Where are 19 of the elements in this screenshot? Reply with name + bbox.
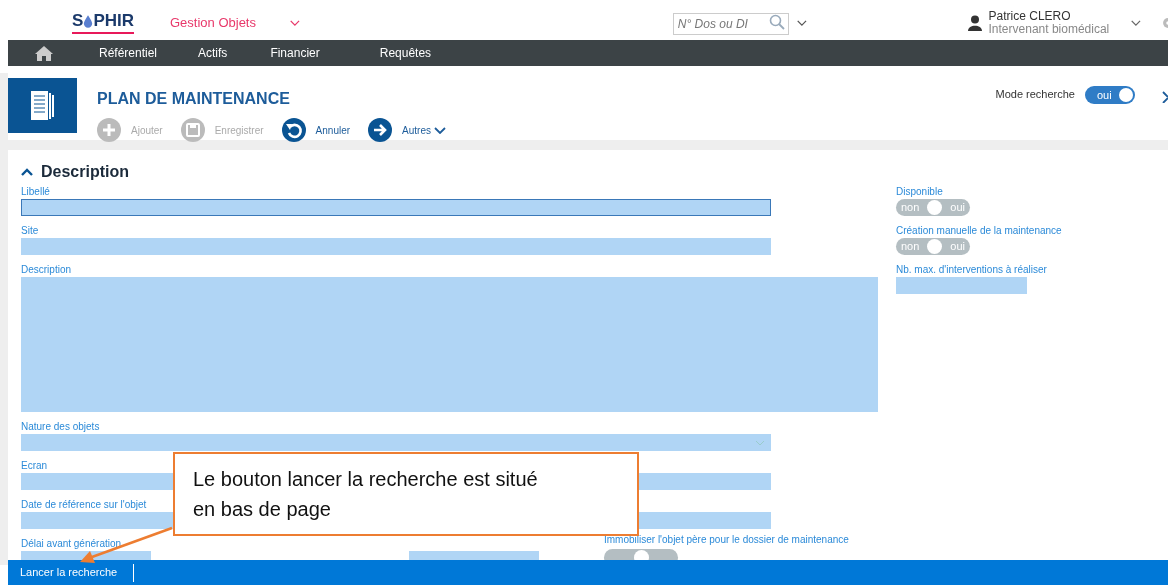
field-label: Délai avant génération <box>21 538 122 551</box>
section-title: Description <box>41 162 129 182</box>
field-label: Ecran <box>21 460 48 473</box>
field-label: Disponible <box>896 186 943 199</box>
page-title: PLAN DE MAINTENANCE <box>97 89 291 109</box>
field-label: Description <box>21 264 72 277</box>
user-name: Patrice CLERO <box>988 9 1072 23</box>
field-label: Libellé <box>21 186 50 199</box>
logo-text: PHIR <box>93 11 134 30</box>
field-label: Site <box>21 225 39 238</box>
mode-label: Mode recherche <box>995 87 1075 102</box>
field-label: Nb. max. d'interventions à réaliser <box>896 264 1047 277</box>
user-role: Intervenant biomédical <box>988 22 1110 36</box>
field-label: Nature des objets <box>21 421 100 434</box>
field-label: Création manuelle de la maintenance <box>896 225 1062 238</box>
callout-tooltip: Le bouton lancer la recherche est situé en bas de page <box>173 452 639 536</box>
field-label: Date de référence sur l'objet <box>21 499 147 512</box>
field-label: Immobiliser l'objet père pour le dossier de maintenance <box>604 534 849 547</box>
logo-text: S <box>72 11 84 30</box>
